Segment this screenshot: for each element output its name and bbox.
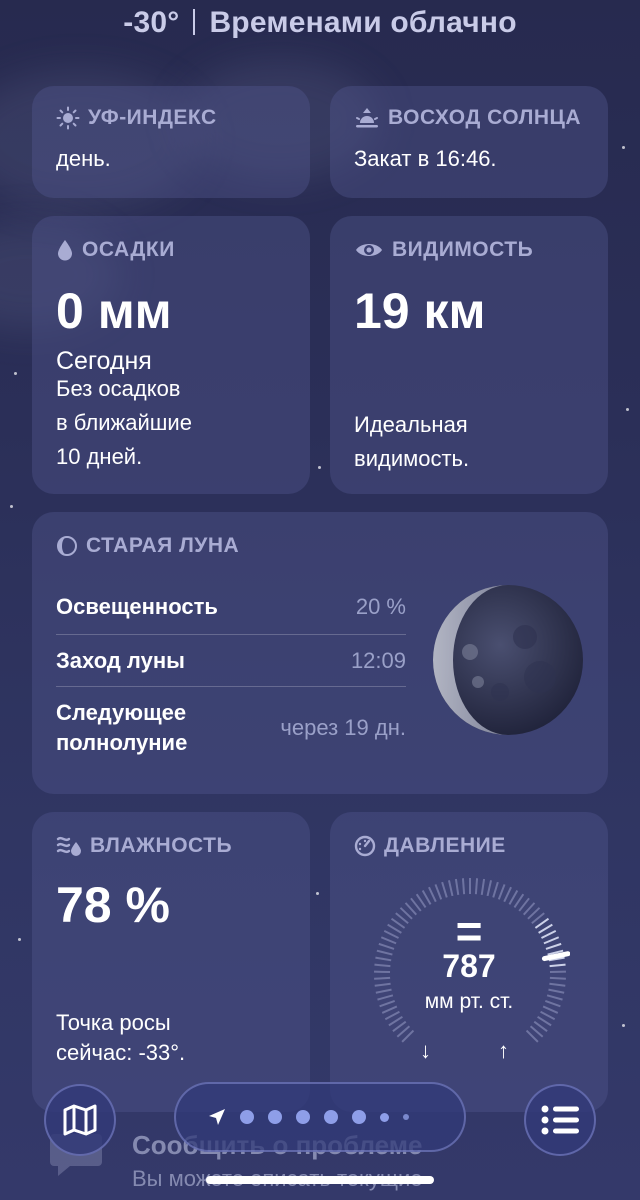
precipitation-card[interactable]: ОСАДКИ 0 мм Сегодня Без осадков в ближай… <box>32 216 310 494</box>
uv-index-title-text: УФ-ИНДЕКС <box>88 106 217 129</box>
gauge-tick <box>513 893 525 909</box>
current-condition: Временами облачно <box>209 6 517 39</box>
moon-phase-title-text: СТАРАЯ ЛУНА <box>86 534 240 557</box>
list-icon <box>541 1105 579 1135</box>
raindrop-icon <box>58 240 72 261</box>
humidity-icon <box>56 836 81 856</box>
sunrise-icon <box>356 108 378 128</box>
next-full-moon-label-line-1: Следующее <box>56 700 187 725</box>
visibility-title-text: ВИДИМОСТЬ <box>392 238 534 261</box>
sunset-text: Закат в 16:46. <box>354 146 497 171</box>
sun-icon <box>56 106 80 130</box>
dew-point-line-2: сейчас: -33°. <box>56 1040 186 1065</box>
next-full-moon-label-line-2: полнолуние <box>56 730 188 755</box>
gauge-tick <box>421 889 432 905</box>
gauge-tick <box>474 878 479 895</box>
page-dot[interactable] <box>240 1110 254 1124</box>
page-dot[interactable] <box>352 1110 366 1124</box>
map-button[interactable] <box>44 1084 116 1156</box>
gauge-tick <box>392 1020 407 1032</box>
humidity-value: 78 % <box>56 877 170 933</box>
moonset-row: Заход луны 12:09 <box>56 646 406 676</box>
visibility-description-line-2: видимость. <box>354 446 470 471</box>
precipitation-forecast-line-3: 10 дней. <box>56 444 143 469</box>
moon-illumination-label: Освещенность <box>56 594 218 619</box>
location-pager[interactable] <box>174 1082 466 1152</box>
humidity-title-text: ВЛАЖНОСТЬ <box>90 834 233 857</box>
pressure-title: ДАВЛЕНИЕ <box>354 834 506 858</box>
sunrise-title-text: ВОСХОД СОЛНЦА <box>388 106 582 129</box>
locations-list-button[interactable] <box>524 1084 596 1156</box>
gauge-tick <box>486 880 493 897</box>
precipitation-forecast-line-2: в ближайшие <box>56 410 192 435</box>
gauge-tick <box>492 881 499 898</box>
page-dot[interactable] <box>403 1114 409 1120</box>
gauge-tick <box>434 884 443 900</box>
precipitation-value: 0 мм <box>56 283 172 339</box>
eye-icon <box>356 244 382 256</box>
precipitation-forecast-line-1: Без осадков <box>56 376 181 401</box>
current-temperature: -30° <box>123 6 180 39</box>
precipitation-title: ОСАДКИ <box>56 238 175 262</box>
pressure-low-symbol: ↓ <box>420 1038 431 1063</box>
gauge-tick <box>508 889 519 905</box>
moon-phase-card[interactable]: СТАРАЯ ЛУНА Освещенность 20 % Заход луны… <box>32 512 608 794</box>
map-icon <box>63 1104 97 1136</box>
page-dot[interactable] <box>268 1110 282 1124</box>
uv-index-title: УФ-ИНДЕКС <box>56 106 217 130</box>
location-arrow-icon[interactable] <box>208 1108 226 1126</box>
humidity-card[interactable]: ВЛАЖНОСТЬ 78 % Точка росы сейчас: -33°. <box>32 812 310 1112</box>
next-full-moon-value: через 19 дн. <box>280 715 406 740</box>
moon-phase-title: СТАРАЯ ЛУНА <box>56 534 239 558</box>
gauge-tick <box>537 1015 552 1027</box>
pressure-value: 787 <box>442 948 496 984</box>
next-full-moon-row: Следующее полнолуние через 19 дн. <box>56 698 406 758</box>
header-separator <box>193 9 196 35</box>
moon-phase-icon <box>57 536 77 556</box>
humidity-title: ВЛАЖНОСТЬ <box>56 834 232 858</box>
moon-row-divider <box>56 634 406 635</box>
pressure-title-text: ДАВЛЕНИЕ <box>384 834 506 857</box>
dew-point-line-1: Точка росы <box>56 1010 171 1035</box>
gauge-tick <box>415 893 427 909</box>
gauge-tick <box>480 878 486 896</box>
moonset-value: 12:09 <box>350 648 406 673</box>
gauge-tick <box>388 1015 403 1027</box>
moon-illumination-value: 20 % <box>355 594 406 619</box>
current-conditions-header: -30° Временами облачно <box>0 6 640 40</box>
visibility-title: ВИДИМОСТЬ <box>354 238 533 262</box>
next-full-moon-label: Следующее полнолуние <box>56 698 187 758</box>
gauge-tick <box>461 878 466 895</box>
page-dot[interactable] <box>324 1110 338 1124</box>
sunrise-title: ВОСХОД СОЛНЦА <box>354 106 581 130</box>
page-dot[interactable] <box>380 1112 389 1122</box>
gauge-tick <box>497 884 506 900</box>
pressure-high-symbol: ↑ <box>498 1038 509 1063</box>
page-dot[interactable] <box>296 1110 310 1124</box>
moon-image <box>433 585 583 735</box>
moonset-label: Заход луны <box>56 648 185 673</box>
gauge-tick <box>454 878 460 896</box>
moon-row-divider <box>56 686 406 687</box>
gauge-tick <box>503 886 512 903</box>
gauge-tick <box>533 1020 548 1032</box>
uv-index-text: день. <box>56 146 111 171</box>
uv-index-card[interactable]: УФ-ИНДЕКС день. <box>32 86 310 198</box>
sunrise-card[interactable]: ВОСХОД СОЛНЦА Закат в 16:46. <box>330 86 608 198</box>
home-indicator[interactable] <box>206 1176 434 1184</box>
precipitation-title-text: ОСАДКИ <box>82 238 175 261</box>
pressure-unit: мм рт. ст. <box>424 990 514 1013</box>
gauge-tick <box>447 880 454 897</box>
gauge-icon <box>354 835 376 857</box>
visibility-card[interactable]: ВИДИМОСТЬ 19 км Идеальная видимость. <box>330 216 608 494</box>
gauge-tick <box>428 886 437 903</box>
moon-illumination-row: Освещенность 20 % <box>56 592 406 622</box>
visibility-value: 19 км <box>354 283 486 339</box>
visibility-description-line-1: Идеальная <box>354 412 468 437</box>
gauge-tick <box>441 881 448 898</box>
pressure-card[interactable]: ДАВЛЕНИЕ = 787 мм рт. ст. ↓ ↑ <box>330 812 608 1112</box>
